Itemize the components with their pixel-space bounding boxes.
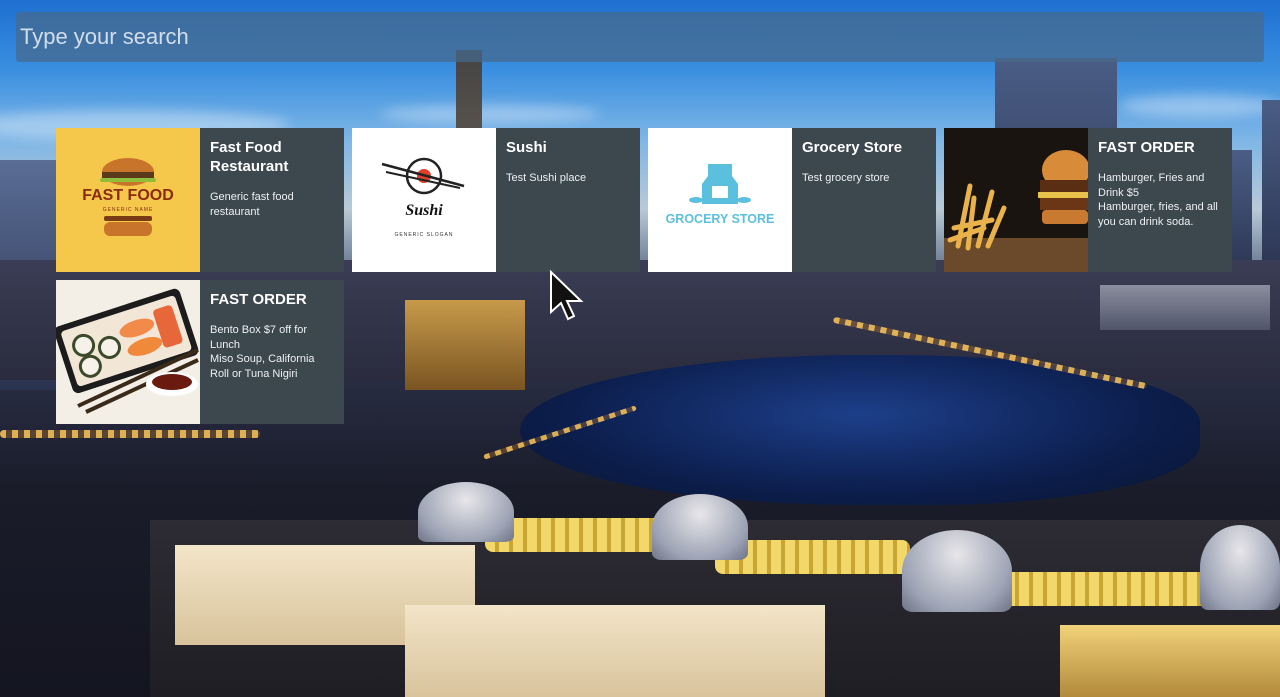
card-info: FAST ORDER Hamburger, Fries and Drink $5… <box>1088 128 1232 272</box>
svg-text:FAST FOOD: FAST FOOD <box>82 187 174 204</box>
burger-fries-image <box>944 150 1088 272</box>
card-description: Bento Box $7 off for Lunch <box>210 324 308 351</box>
card-description-detail: Miso Soup, California Roll or Tuna Nigir… <box>210 353 315 380</box>
grocery-store-logo: GROCERY STORE <box>648 128 792 272</box>
card-description: Test grocery store <box>802 172 890 184</box>
card-sushi[interactable]: Sushi GENERIC SLOGAN Sushi Test Sushi pl… <box>352 128 640 272</box>
card-info: Sushi Test Sushi place <box>496 128 640 272</box>
card-info: FAST ORDER Bento Box $7 off for Lunch Mi… <box>200 280 344 424</box>
card-description: Hamburger, Fries and Drink $5 <box>1098 172 1205 199</box>
card-fast-order-burger[interactable]: FAST ORDER Hamburger, Fries and Drink $5… <box>944 128 1232 272</box>
card-title: FAST ORDER <box>210 291 307 308</box>
card-description: Generic fast food restaurant <box>210 191 294 218</box>
svg-text:GENERIC NAME: GENERIC NAME <box>103 207 154 213</box>
card-fast-order-bento[interactable]: FAST ORDER Bento Box $7 off for Lunch Mi… <box>56 280 344 424</box>
card-info: Grocery Store Test grocery store <box>792 128 936 272</box>
fast-food-logo: FAST FOOD GENERIC NAME <box>56 128 200 272</box>
card-description: Test Sushi place <box>506 172 587 184</box>
card-title: Sushi <box>506 139 547 156</box>
bento-box-image <box>56 288 199 414</box>
card-grocery-store[interactable]: GROCERY STORE Grocery Store Test grocery… <box>648 128 936 272</box>
svg-text:GROCERY STORE: GROCERY STORE <box>666 212 775 226</box>
svg-text:Sushi: Sushi <box>405 202 443 219</box>
card-info: Fast Food Restaurant Generic fast food r… <box>200 128 344 272</box>
bento-box-photo <box>56 280 200 424</box>
svg-text:GENERIC SLOGAN: GENERIC SLOGAN <box>394 232 453 238</box>
sushi-chopsticks-icon: Sushi GENERIC SLOGAN <box>381 157 465 238</box>
card-title: Fast Food Restaurant <box>210 139 289 175</box>
burger-icon: FAST FOOD GENERIC NAME <box>82 158 174 236</box>
card-title: FAST ORDER <box>1098 139 1195 156</box>
card-fast-food-restaurant[interactable]: FAST FOOD GENERIC NAME Fast Food Restaur… <box>56 128 344 272</box>
burger-fries-photo <box>944 128 1088 272</box>
search-input[interactable] <box>16 12 1264 62</box>
milk-carton-icon: GROCERY STORE <box>666 164 775 226</box>
card-description-detail: Hamburger, fries, and all you can drink … <box>1098 201 1218 228</box>
mouse-cursor-icon <box>550 270 584 321</box>
card-title: Grocery Store <box>802 139 903 156</box>
sushi-logo: Sushi GENERIC SLOGAN <box>352 128 496 272</box>
